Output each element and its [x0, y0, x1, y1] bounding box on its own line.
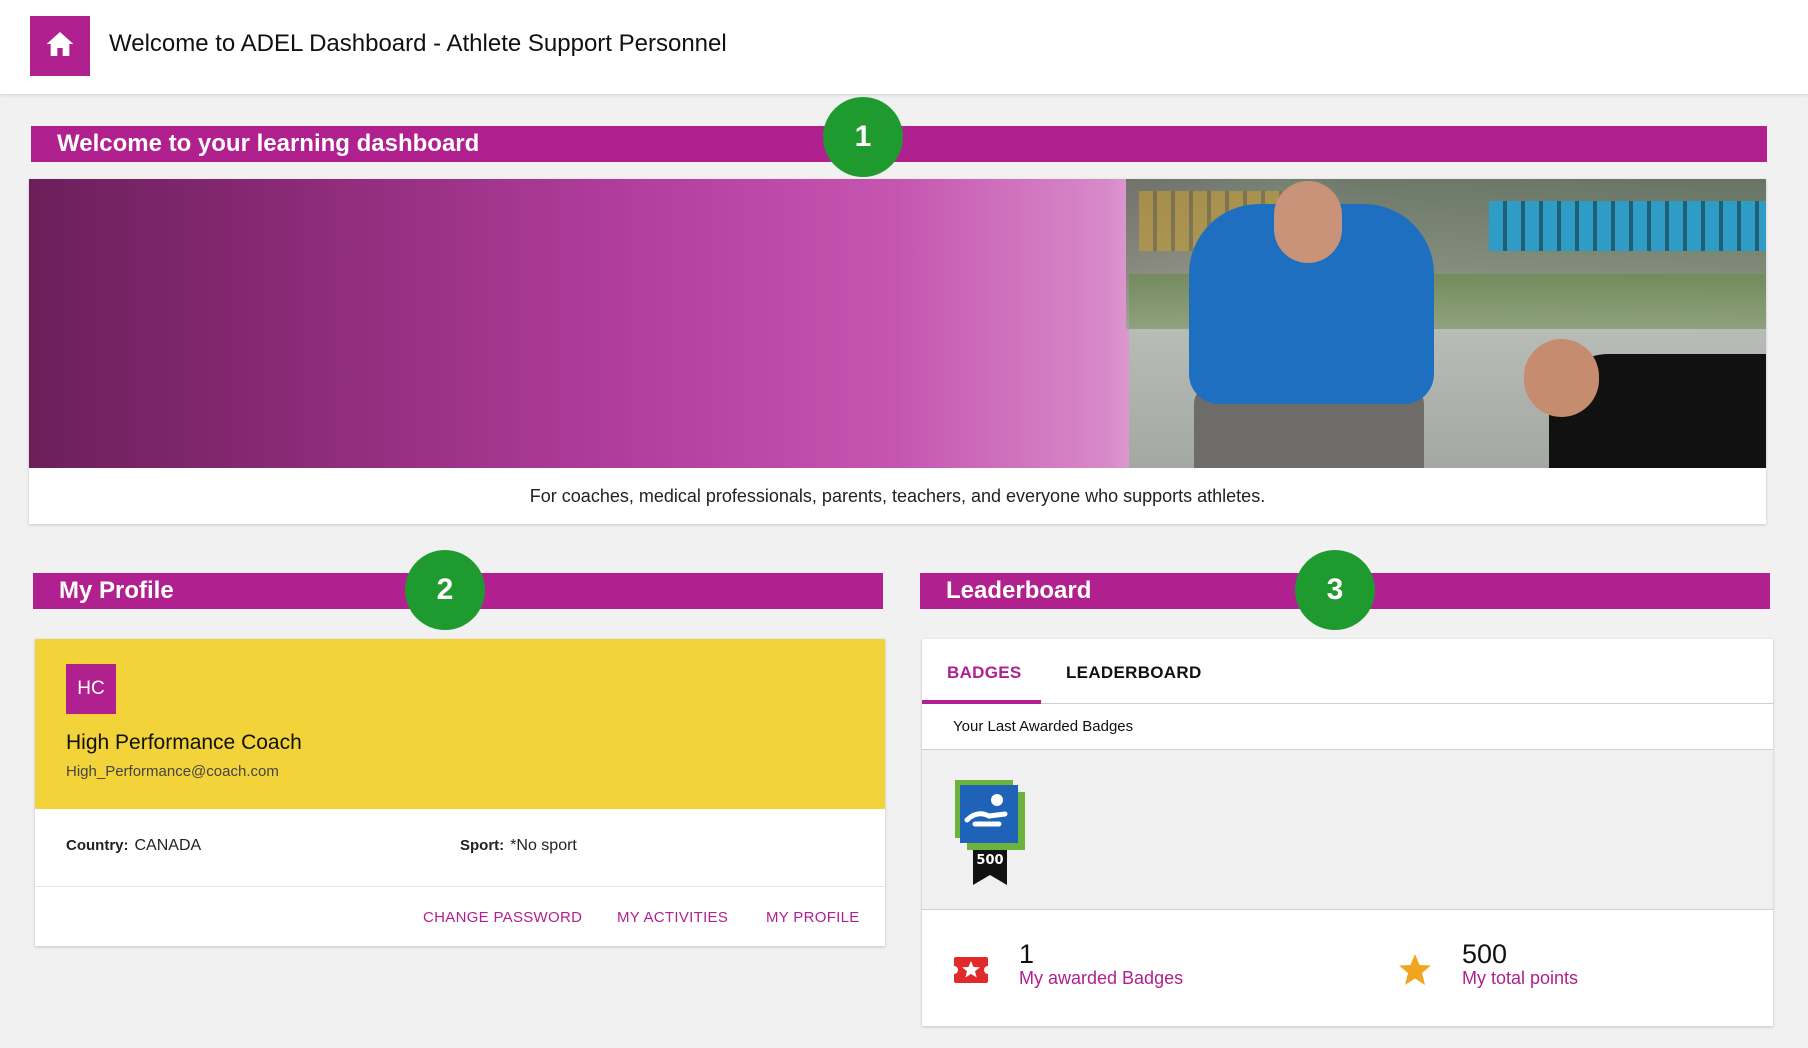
- badge-value: 500: [976, 853, 1003, 868]
- total-points-label[interactable]: My total points: [1462, 968, 1578, 989]
- avatar: HC: [66, 664, 116, 714]
- profile-section-title: My Profile: [59, 577, 174, 604]
- marker-2: 2: [405, 550, 485, 630]
- sport-value: *No sport: [510, 837, 577, 854]
- profile-actions: CHANGE PASSWORD MY ACTIVITIES MY PROFILE: [35, 887, 885, 946]
- leaderboard-section-title: Leaderboard: [946, 577, 1092, 604]
- leaderboard-tabs: BADGES LEADERBOARD: [922, 639, 1773, 704]
- leaderboard-stats: 1 My awarded Badges 500 My total points: [922, 911, 1773, 1026]
- top-bar: Welcome to ADEL Dashboard - Athlete Supp…: [0, 0, 1808, 95]
- hero-caption: For coaches, medical professionals, pare…: [529, 486, 1266, 506]
- marker-1: 1: [823, 97, 903, 177]
- hero-banner: For coaches, medical professionals, pare…: [29, 179, 1766, 524]
- sport-label: Sport:: [460, 837, 505, 854]
- my-profile-link[interactable]: MY PROFILE: [766, 909, 860, 926]
- total-points-stat: 500 My total points: [1462, 939, 1578, 989]
- home-icon: [44, 28, 76, 65]
- profile-info: Country: CANADA Sport: *No sport: [35, 809, 885, 887]
- country-field: Country: CANADA: [66, 837, 201, 855]
- situp-badge-icon[interactable]: 500: [955, 780, 1025, 885]
- sport-field: Sport: *No sport: [460, 837, 577, 855]
- total-points-count: 500: [1462, 939, 1508, 969]
- profile-email: High_Performance@coach.com: [66, 763, 279, 780]
- my-activities-link[interactable]: MY ACTIVITIES: [617, 909, 728, 926]
- leaderboard-card: BADGES LEADERBOARD Your Last Awarded Bad…: [922, 639, 1773, 1026]
- tab-leaderboard[interactable]: LEADERBOARD: [1066, 663, 1202, 683]
- profile-card: HC High Performance Coach High_Performan…: [35, 639, 885, 946]
- marker-3: 3: [1295, 550, 1375, 630]
- star-icon: [1396, 953, 1434, 987]
- badge-ticket-icon: [950, 953, 992, 987]
- awarded-badges-count: 1: [1019, 939, 1035, 969]
- welcome-section-title: Welcome to your learning dashboard: [57, 130, 480, 157]
- country-value: CANADA: [134, 837, 202, 854]
- tab-badges[interactable]: BADGES: [947, 663, 1022, 683]
- app-title: Welcome to ADEL Dashboard - Athlete Supp…: [109, 30, 727, 58]
- badges-subtitle: Your Last Awarded Badges: [922, 704, 1773, 750]
- country-label: Country:: [66, 837, 129, 854]
- badges-area: 500: [922, 750, 1773, 910]
- profile-header: HC High Performance Coach High_Performan…: [35, 639, 885, 809]
- home-button[interactable]: [30, 16, 90, 76]
- awarded-badges-label[interactable]: My awarded Badges: [1019, 968, 1183, 989]
- awarded-badges-stat: 1 My awarded Badges: [1019, 939, 1183, 989]
- app-title-main: Welcome to ADEL Dashboard: [109, 30, 427, 57]
- change-password-link[interactable]: CHANGE PASSWORD: [423, 909, 582, 926]
- profile-name: High Performance Coach: [66, 731, 302, 754]
- hero-image: [29, 179, 1766, 468]
- app-title-sub: - Athlete Support Personnel: [426, 30, 727, 57]
